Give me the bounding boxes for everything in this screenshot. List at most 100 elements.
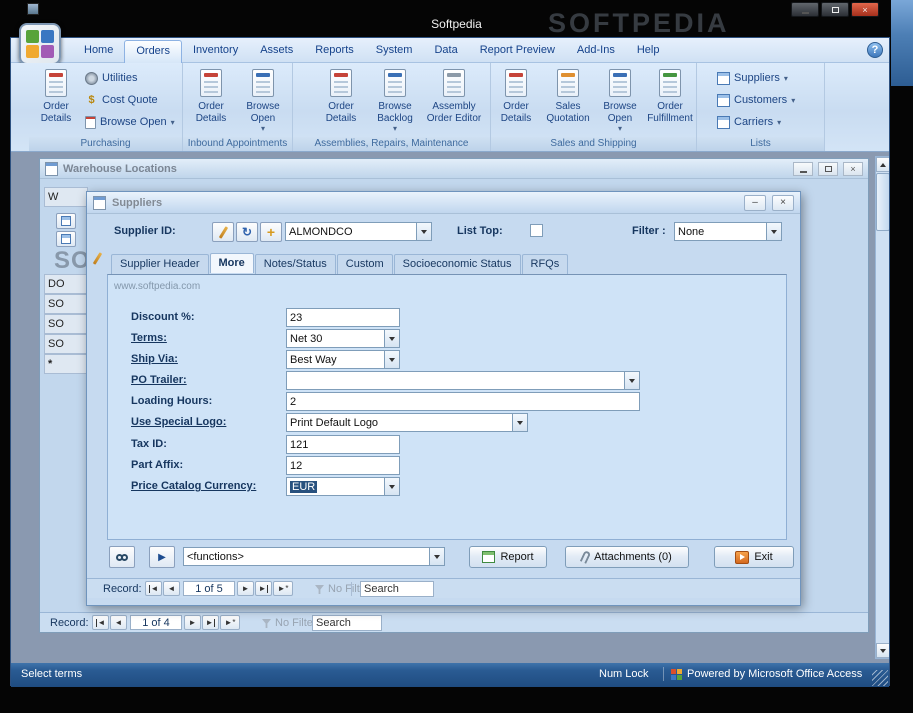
outer-close-button[interactable]: × xyxy=(851,2,879,17)
last-record-button[interactable]: ► xyxy=(255,581,272,596)
datasheet-button[interactable] xyxy=(56,213,76,229)
order-fulfillment-button[interactable]: Order Fulfillment xyxy=(645,65,695,124)
suppliers-button[interactable]: Suppliers ▾ xyxy=(717,68,788,88)
suppliers-close-button[interactable]: × xyxy=(772,194,794,211)
tab-orders[interactable]: Orders xyxy=(124,40,182,63)
part-affix-input[interactable]: 12 xyxy=(286,456,400,475)
edit-supplier-button[interactable] xyxy=(212,222,234,242)
utilities-button[interactable]: Utilities xyxy=(85,68,137,88)
filter-combobox[interactable]: None xyxy=(674,222,782,241)
dropdown-arrow[interactable] xyxy=(512,414,527,431)
sales-order-details-button[interactable]: Order Details xyxy=(493,65,539,124)
previous-record-button[interactable]: ◄ xyxy=(163,581,180,596)
purchasing-order-details-button[interactable]: Order Details xyxy=(32,65,80,124)
resize-grip[interactable] xyxy=(872,670,888,686)
add-supplier-button[interactable]: + xyxy=(260,222,282,242)
new-record-button[interactable]: ►* xyxy=(220,615,240,630)
exit-button[interactable]: Exit xyxy=(714,546,794,568)
record-position-box[interactable]: 1 of 5 xyxy=(183,581,235,596)
list-top-checkbox[interactable] xyxy=(530,224,543,237)
warehouse-column-header[interactable]: W xyxy=(44,187,88,207)
suppliers-minimize-button[interactable]: – xyxy=(744,194,766,211)
inbound-order-details-button[interactable]: Order Details xyxy=(187,65,235,124)
tab-system[interactable]: System xyxy=(365,40,424,63)
find-button[interactable] xyxy=(109,546,135,568)
tab-home[interactable]: Home xyxy=(73,40,124,63)
po-trailer-combobox[interactable] xyxy=(286,371,640,390)
suppliers-window: Suppliers – × Supplier ID: ↻ + ALMONDCO … xyxy=(86,191,801,606)
cost-quote-button[interactable]: $ Cost Quote xyxy=(85,90,157,110)
tab-reports[interactable]: Reports xyxy=(304,40,365,63)
dropdown-arrow[interactable] xyxy=(384,478,399,495)
tab-supplier-header[interactable]: Supplier Header xyxy=(111,254,209,274)
first-record-button[interactable]: ◄ xyxy=(145,581,162,596)
datasheet-button-2[interactable] xyxy=(56,231,76,247)
table-row[interactable]: SO xyxy=(44,294,88,314)
inbound-browse-open-button[interactable]: Browse Open ▾ xyxy=(239,65,287,133)
tab-inventory[interactable]: Inventory xyxy=(182,40,249,63)
outer-maximize-button[interactable] xyxy=(821,2,849,17)
new-row-marker[interactable]: * xyxy=(44,354,88,374)
last-record-button[interactable]: ► xyxy=(202,615,219,630)
assembly-order-editor-button[interactable]: Assembly Order Editor xyxy=(423,65,485,124)
scroll-down-button[interactable] xyxy=(876,643,889,658)
table-row[interactable]: SO xyxy=(44,314,88,334)
warehouse-restore-button[interactable] xyxy=(818,161,838,176)
dropdown-arrow[interactable] xyxy=(624,372,639,389)
dropdown-arrow[interactable] xyxy=(384,330,399,347)
assemblies-order-details-button[interactable]: Order Details xyxy=(317,65,365,124)
warehouse-minimize-button[interactable] xyxy=(793,161,813,176)
search-input[interactable]: Search xyxy=(312,615,382,631)
tab-assets[interactable]: Assets xyxy=(249,40,304,63)
warehouse-close-button[interactable]: × xyxy=(843,161,863,176)
refresh-button[interactable]: ↻ xyxy=(236,222,258,242)
tab-report-preview[interactable]: Report Preview xyxy=(469,40,566,63)
table-row[interactable]: SO xyxy=(44,334,88,354)
first-record-button[interactable]: ◄ xyxy=(92,615,109,630)
sales-quotation-button[interactable]: Sales Quotation xyxy=(541,65,595,124)
terms-combobox[interactable]: Net 30 xyxy=(286,329,400,348)
table-row[interactable]: DO xyxy=(44,274,88,294)
tab-add-ins[interactable]: Add-Ins xyxy=(566,40,626,63)
search-input[interactable]: Search xyxy=(360,581,434,597)
tax-id-input[interactable]: 121 xyxy=(286,435,400,454)
report-button[interactable]: Report xyxy=(469,546,547,568)
purchasing-browse-open-button[interactable]: Browse Open ▾ xyxy=(85,112,175,132)
sales-browse-open-button[interactable]: Browse Open ▾ xyxy=(597,65,643,133)
previous-record-button[interactable]: ◄ xyxy=(110,615,127,630)
scroll-up-button[interactable] xyxy=(876,157,889,172)
functions-combobox[interactable]: <functions> xyxy=(183,547,445,566)
tab-notes-status[interactable]: Notes/Status xyxy=(254,254,336,274)
new-record-button[interactable]: ►* xyxy=(273,581,293,596)
loading-hours-input[interactable]: 2 xyxy=(286,392,640,411)
no-filter-indicator[interactable]: No Filter xyxy=(275,617,317,629)
help-button[interactable]: ? xyxy=(867,42,883,58)
ship-via-combobox[interactable]: Best Way xyxy=(286,350,400,369)
use-special-logo-combobox[interactable]: Print Default Logo xyxy=(286,413,528,432)
discount-input[interactable]: 23 xyxy=(286,308,400,327)
record-position-box[interactable]: 1 of 4 xyxy=(130,615,182,630)
outer-minimize-button[interactable] xyxy=(791,2,819,17)
dropdown-arrow[interactable] xyxy=(384,351,399,368)
price-catalog-currency-combobox[interactable]: EUR xyxy=(286,477,400,496)
tab-more[interactable]: More xyxy=(209,253,254,273)
go-button[interactable]: ▶ xyxy=(149,546,175,568)
scrollbar-thumb[interactable] xyxy=(876,173,889,231)
tab-rfqs[interactable]: RFQs xyxy=(521,254,569,274)
vertical-scrollbar[interactable] xyxy=(875,156,889,659)
tab-help[interactable]: Help xyxy=(626,40,671,63)
dropdown-arrow[interactable] xyxy=(416,223,431,240)
next-record-button[interactable]: ► xyxy=(237,581,254,596)
supplier-id-combobox[interactable]: ALMONDCO xyxy=(285,222,432,241)
tab-data[interactable]: Data xyxy=(423,40,468,63)
tab-custom[interactable]: Custom xyxy=(336,254,393,274)
dropdown-arrow[interactable] xyxy=(766,223,781,240)
attachments-button[interactable]: Attachments (0) xyxy=(565,546,689,568)
next-record-button[interactable]: ► xyxy=(184,615,201,630)
tab-socioeconomic-status[interactable]: Socioeconomic Status xyxy=(393,254,521,274)
dropdown-arrow[interactable] xyxy=(429,548,444,565)
customers-button[interactable]: Customers ▾ xyxy=(717,90,795,110)
carriers-button[interactable]: Carriers ▾ xyxy=(717,112,781,132)
browse-backlog-button[interactable]: Browse Backlog ▾ xyxy=(369,65,421,133)
application-menu-button[interactable] xyxy=(19,23,61,65)
